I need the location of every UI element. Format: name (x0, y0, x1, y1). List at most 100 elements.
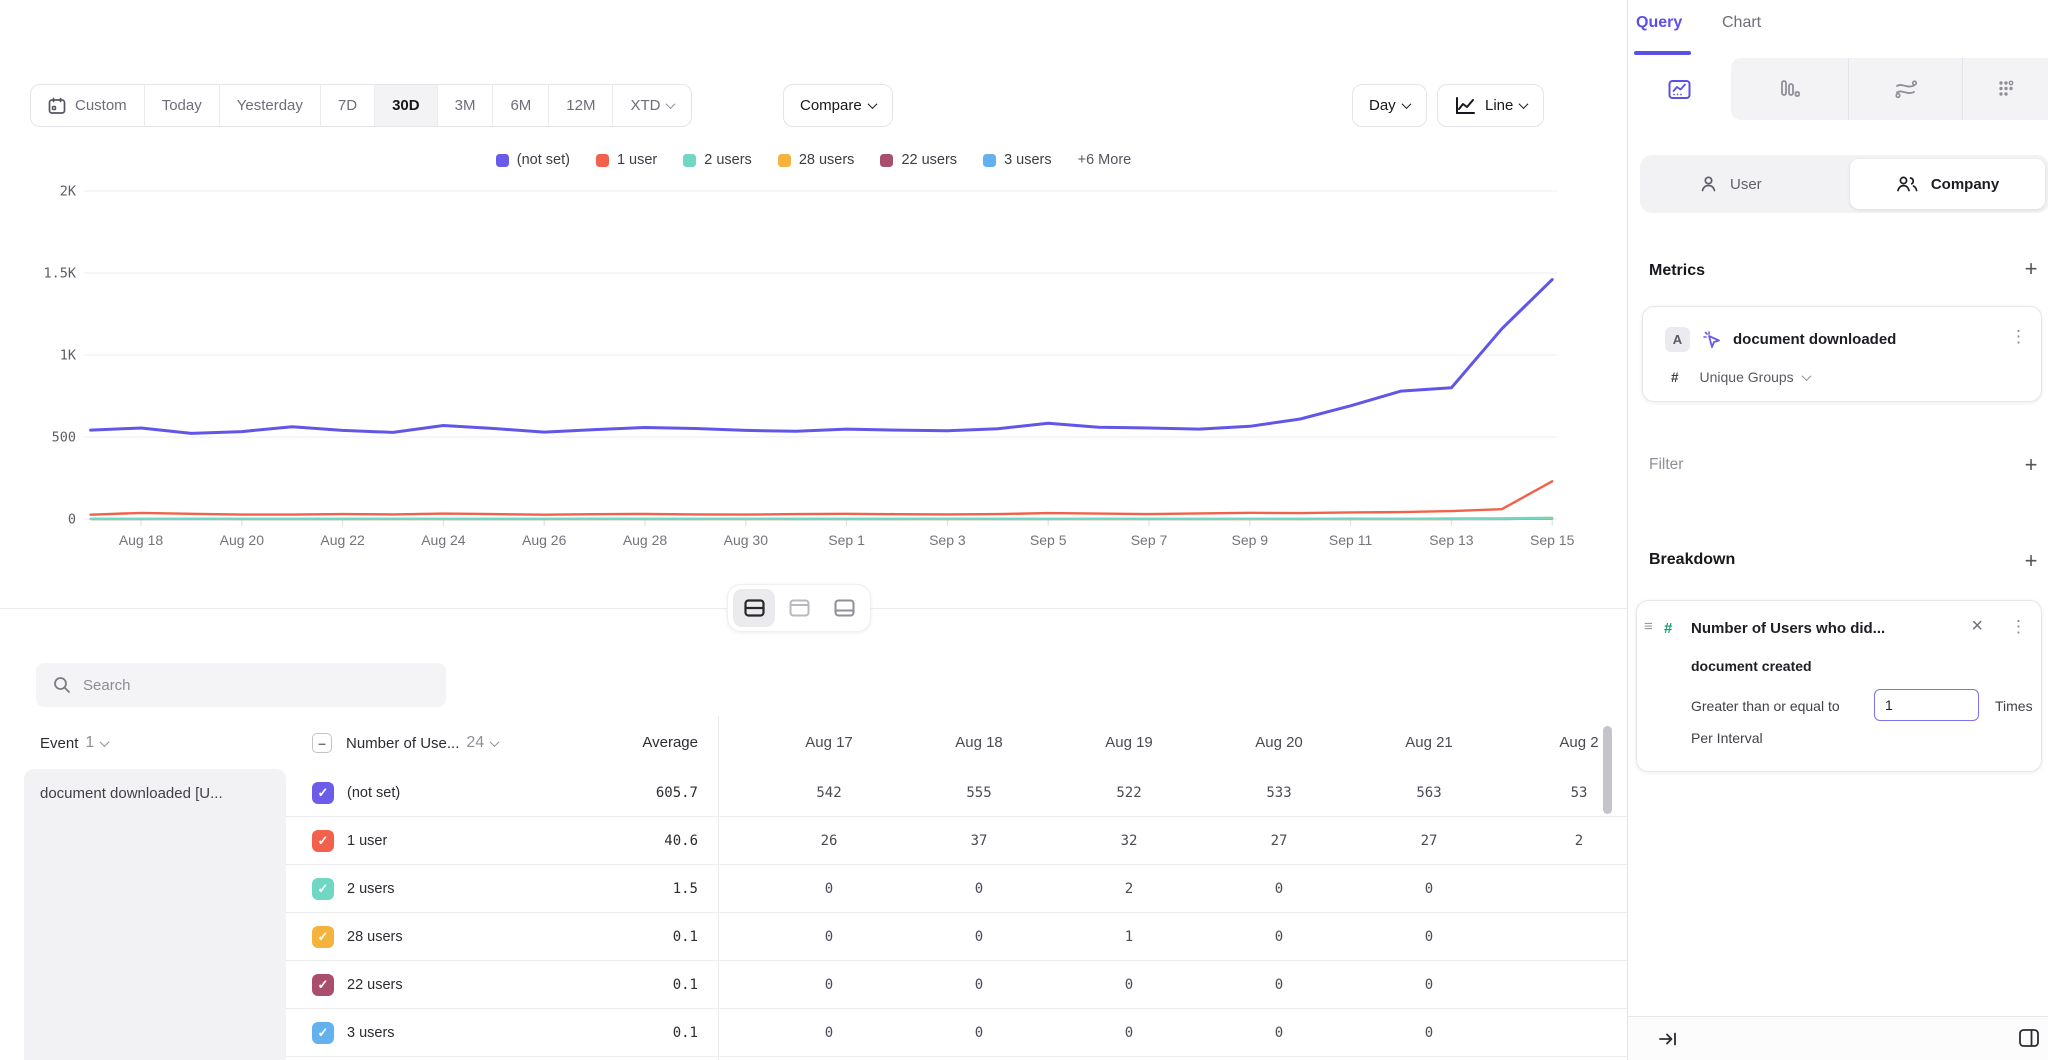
cell-value: 0 (1054, 977, 1204, 993)
row-checkbox[interactable]: ✓ (312, 926, 334, 948)
chevron-down-icon (1519, 99, 1529, 109)
range-button-3m[interactable]: 3M (437, 85, 493, 126)
metric-measure-label: Unique Groups (1700, 369, 1794, 385)
metric-measure-selector[interactable]: # Unique Groups (1671, 369, 1810, 385)
breakdown-card[interactable]: ≡ # Number of Users who did... × ⋮ docum… (1636, 600, 2042, 772)
cell-value: 0 (1354, 977, 1504, 993)
chevron-down-icon (1401, 99, 1411, 109)
sidebar-toggle-icon[interactable] (2018, 1027, 2040, 1049)
tab-chart[interactable]: Chart (1722, 14, 1761, 32)
breakdown-per-interval-label[interactable]: Per Interval (1691, 730, 1763, 746)
cell-value: 0 (754, 1025, 904, 1041)
line-chart-icon (1454, 96, 1476, 116)
toggle-company[interactable]: Company (1850, 159, 2045, 209)
svg-text:2K: 2K (60, 184, 77, 200)
legend-item[interactable]: 2 users (683, 152, 752, 168)
cell-value: 2 (1054, 881, 1204, 897)
range-button-xtd[interactable]: XTD (612, 85, 691, 126)
metric-card[interactable]: A document downloaded ⋮ # Unique Groups (1642, 306, 2042, 402)
date-column-header[interactable]: Aug 21 (1354, 734, 1504, 751)
row-checkbox[interactable]: ✓ (312, 878, 334, 900)
event-column-header[interactable]: Event 1 (40, 734, 108, 752)
cell-value: 0 (754, 977, 904, 993)
tab-query[interactable]: Query (1636, 14, 1682, 32)
legend-more-button[interactable]: +6 More (1078, 152, 1132, 168)
row-checkbox[interactable]: ✓ (312, 974, 334, 996)
drag-handle-icon[interactable]: ≡ (1644, 618, 1653, 635)
compare-button[interactable]: Compare (783, 84, 893, 127)
breakdown-event-name[interactable]: document created (1691, 658, 1812, 674)
legend-item[interactable]: 3 users (983, 152, 1052, 168)
breakdown-menu-icon[interactable]: ⋮ (2010, 617, 2027, 637)
series-label: 3 users (347, 1025, 612, 1041)
table-view-icon (834, 599, 855, 617)
range-button-yesterday[interactable]: Yesterday (219, 85, 320, 126)
metric-event-name[interactable]: document downloaded (1733, 331, 1896, 348)
select-all-checkbox[interactable]: – (312, 733, 332, 753)
date-column-header[interactable]: Aug 17 (754, 734, 904, 751)
legend-item[interactable]: (not set) (496, 152, 570, 168)
range-label: 12M (566, 97, 595, 114)
table-scrollbar[interactable] (1603, 726, 1612, 814)
legend-item[interactable]: 22 users (880, 152, 957, 168)
legend-item[interactable]: 1 user (596, 152, 657, 168)
row-checkbox[interactable]: ✓ (312, 782, 334, 804)
date-column-header[interactable]: Aug 18 (904, 734, 1054, 751)
chart-type-tabs (1628, 58, 2048, 120)
breakdown-table-rows: ✓(not set)605.754255552253356353✓1 user4… (286, 769, 1627, 1057)
range-button-custom[interactable]: Custom (31, 85, 144, 126)
row-checkbox[interactable]: ✓ (312, 830, 334, 852)
split-view-button[interactable] (733, 589, 775, 627)
cell-value: 0 (904, 881, 1054, 897)
chart-view-button[interactable] (778, 589, 820, 627)
average-column-header: Average (560, 734, 698, 751)
table-view-button[interactable] (823, 589, 865, 627)
cell-value: 0 (754, 929, 904, 945)
range-label: Custom (75, 97, 127, 114)
breakdown-value-input[interactable] (1874, 689, 1979, 721)
cell-value: 27 (1204, 833, 1354, 849)
event-list-item[interactable]: document downloaded [U... (24, 769, 286, 802)
chart-type-line-tab[interactable] (1628, 58, 1731, 120)
collapse-panel-icon[interactable] (1658, 1029, 1678, 1049)
range-button-30d[interactable]: 30D (374, 85, 437, 126)
row-main-cell: ✓3 users0.1 (286, 1022, 754, 1044)
table-header: Event 1 – Number of Use... 24 Average Au… (0, 720, 1627, 769)
chevron-down-icon (490, 737, 500, 747)
table-row: ✓3 users0.100000 (286, 1009, 1627, 1057)
range-button-6m[interactable]: 6M (492, 85, 548, 126)
range-button-today[interactable]: Today (144, 85, 219, 126)
table-row: ✓1 user40.626373227272 (286, 817, 1627, 865)
search-input[interactable] (83, 677, 423, 694)
chart-type-button[interactable]: Line (1437, 84, 1544, 127)
chart-type-bar-tab[interactable] (1731, 58, 1848, 120)
legend-label: 2 users (704, 152, 752, 168)
date-column-header[interactable]: Aug 19 (1054, 734, 1204, 751)
range-button-12m[interactable]: 12M (548, 85, 612, 126)
breakdown-column-header[interactable]: Number of Use... 24 (346, 734, 498, 752)
row-main-cell: ✓28 users0.1 (286, 926, 754, 948)
breakdown-condition-label[interactable]: Greater than or equal to (1691, 698, 1840, 714)
scatter-tab-icon (1995, 78, 2017, 100)
range-label: XTD (630, 97, 660, 114)
range-button-7d[interactable]: 7D (320, 85, 374, 126)
add-filter-button[interactable]: + (2018, 452, 2044, 478)
legend-label: 3 users (1004, 152, 1052, 168)
range-label: 3M (455, 97, 476, 114)
event-list-panel[interactable]: document downloaded [U... (24, 769, 286, 1060)
toggle-user[interactable]: User (1700, 155, 1762, 213)
date-column-header[interactable]: Aug 20 (1204, 734, 1354, 751)
add-metric-button[interactable]: + (2018, 256, 2044, 282)
interval-button[interactable]: Day (1352, 84, 1427, 127)
legend-item[interactable]: 28 users (778, 152, 855, 168)
close-icon[interactable]: × (1971, 615, 1983, 638)
legend-swatch (983, 154, 996, 167)
chevron-down-icon (666, 99, 676, 109)
add-breakdown-button[interactable]: + (2018, 548, 2044, 574)
series-average: 1.5 (612, 881, 754, 897)
metric-menu-icon[interactable]: ⋮ (2010, 327, 2027, 347)
cell-value: 27 (1354, 833, 1504, 849)
chart-type-scatter-tab[interactable] (1962, 58, 2048, 120)
chart-type-flow-tab[interactable] (1848, 58, 1962, 120)
row-checkbox[interactable]: ✓ (312, 1022, 334, 1044)
